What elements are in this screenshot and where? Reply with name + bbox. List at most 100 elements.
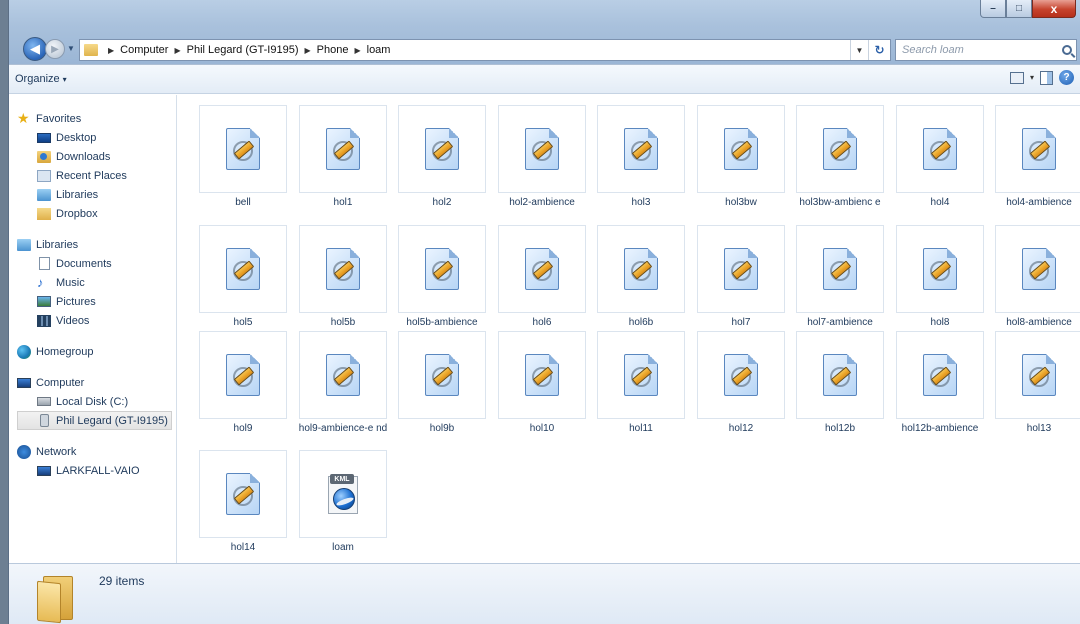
- file-item[interactable]: hol5b: [299, 225, 387, 330]
- file-item[interactable]: hol10: [498, 331, 586, 436]
- refresh-button[interactable]: ↻: [868, 40, 890, 60]
- star-icon: ★: [17, 109, 30, 126]
- forward-button[interactable]: ▶: [45, 39, 65, 59]
- recent-pages-dropdown[interactable]: ▼: [67, 44, 75, 53]
- file-item[interactable]: bell: [199, 105, 287, 210]
- item-count: 29 items: [99, 574, 145, 588]
- breadcrumb-separator[interactable]: ▶: [174, 46, 180, 55]
- minimize-button[interactable]: –: [980, 0, 1006, 18]
- sidebar-item-homegroup[interactable]: Homegroup: [9, 342, 176, 361]
- sidebar-item-network[interactable]: Network: [9, 442, 176, 461]
- file-thumbnail: [299, 331, 387, 419]
- dropbox-icon: [37, 207, 51, 220]
- file-item[interactable]: hol8: [896, 225, 984, 330]
- favorites-group: ★ Favorites Desktop Downloads Recent Pla…: [9, 109, 176, 223]
- file-item[interactable]: hol9b: [398, 331, 486, 436]
- file-item[interactable]: hol12b: [796, 331, 884, 436]
- back-button[interactable]: ◀: [23, 37, 47, 61]
- file-item[interactable]: hol8-ambience: [995, 225, 1080, 330]
- preview-pane-icon[interactable]: [1040, 70, 1053, 85]
- sidebar-item-phone[interactable]: Phil Legard (GT-I9195): [17, 411, 172, 430]
- audio-file-icon: [823, 128, 857, 170]
- file-item[interactable]: hol5b-ambience: [398, 225, 486, 330]
- file-item[interactable]: hol13: [995, 331, 1080, 436]
- breadcrumb-item[interactable]: loam: [367, 44, 391, 56]
- help-icon[interactable]: ?: [1059, 70, 1074, 85]
- audio-file-icon: [923, 128, 957, 170]
- file-item[interactable]: hol9-ambience-e nd: [299, 331, 387, 436]
- sidebar-item-pictures[interactable]: Pictures: [9, 292, 176, 311]
- sidebar-item-desktop[interactable]: Desktop: [9, 128, 176, 147]
- file-item[interactable]: hol3bw: [697, 105, 785, 210]
- address-bar[interactable]: ▶ Computer ▶ Phil Legard (GT-I9195) ▶ Phone ▶ l…: [79, 39, 891, 61]
- organize-button[interactable]: Organize ▾: [15, 73, 67, 85]
- sidebar-item-label: Desktop: [56, 131, 97, 144]
- file-item[interactable]: hol2: [398, 105, 486, 210]
- file-item[interactable]: hol6b: [597, 225, 685, 330]
- sidebar-item-computer[interactable]: Computer: [9, 373, 176, 392]
- documents-icon: [39, 257, 50, 270]
- file-thumbnail: KML: [299, 450, 387, 538]
- breadcrumb-separator[interactable]: ▶: [305, 46, 311, 55]
- kml-badge: KML: [330, 474, 354, 484]
- breadcrumb-item[interactable]: Phone: [317, 44, 349, 56]
- sidebar-item-libraries[interactable]: Libraries: [9, 235, 176, 254]
- recent-places-icon: [37, 169, 51, 182]
- close-button[interactable]: x: [1032, 0, 1076, 18]
- file-name: hol9: [233, 423, 253, 434]
- file-item[interactable]: hol3bw-ambienc e: [796, 105, 884, 210]
- sidebar-item-videos[interactable]: Videos: [9, 311, 176, 330]
- address-history-dropdown[interactable]: ▼: [850, 40, 868, 60]
- sidebar-item-local-disk[interactable]: Local Disk (C:): [9, 392, 176, 411]
- search-input[interactable]: Search loam: [895, 39, 1077, 61]
- file-item[interactable]: hol7: [697, 225, 785, 330]
- file-name: hol8-ambience: [1006, 317, 1072, 328]
- sidebar-item-favorites[interactable]: ★ Favorites: [9, 109, 176, 128]
- file-name: hol1: [333, 197, 353, 208]
- search-icon[interactable]: [1062, 45, 1072, 55]
- breadcrumb: ▶ Computer ▶ Phil Legard (GT-I9195) ▶ Phone ▶ l…: [102, 44, 390, 56]
- sidebar-item-dropbox[interactable]: Dropbox: [9, 204, 176, 223]
- file-item[interactable]: hol12: [697, 331, 785, 436]
- view-options-dropdown[interactable]: ▾: [1030, 73, 1034, 82]
- file-item[interactable]: hol9: [199, 331, 287, 436]
- sidebar-item-documents[interactable]: Documents: [9, 254, 176, 273]
- videos-icon: [37, 314, 51, 327]
- breadcrumb-separator[interactable]: ▶: [354, 46, 360, 55]
- sidebar-item-larkfall-vaio[interactable]: LARKFALL-VAIO: [9, 461, 176, 480]
- file-thumbnail: [299, 105, 387, 193]
- sidebar-item-recent-places[interactable]: Recent Places: [9, 166, 176, 185]
- maximize-button[interactable]: □: [1006, 0, 1032, 18]
- sidebar-item-libraries-fav[interactable]: Libraries: [9, 185, 176, 204]
- file-thumbnail: [398, 105, 486, 193]
- sidebar-item-music[interactable]: ♪ Music: [9, 273, 176, 292]
- file-item[interactable]: hol4: [896, 105, 984, 210]
- breadcrumb-item[interactable]: Phil Legard (GT-I9195): [187, 44, 299, 56]
- file-thumbnail: [597, 105, 685, 193]
- audio-file-icon: [724, 248, 758, 290]
- file-item[interactable]: hol1: [299, 105, 387, 210]
- file-thumbnail: [199, 331, 287, 419]
- audio-file-icon: [923, 248, 957, 290]
- file-item[interactable]: hol12b-ambience: [896, 331, 984, 436]
- file-item[interactable]: hol11: [597, 331, 685, 436]
- audio-file-icon: [525, 248, 559, 290]
- sidebar-item-label: Documents: [56, 257, 112, 270]
- breadcrumb-separator[interactable]: ▶: [108, 46, 114, 55]
- file-name: loam: [332, 542, 354, 553]
- file-item[interactable]: hol7-ambience: [796, 225, 884, 330]
- file-item[interactable]: hol14: [199, 450, 287, 555]
- file-item[interactable]: hol6: [498, 225, 586, 330]
- file-item[interactable]: KML loam: [299, 450, 387, 555]
- file-item[interactable]: hol3: [597, 105, 685, 210]
- breadcrumb-item[interactable]: Computer: [120, 44, 168, 56]
- file-name: hol13: [1026, 423, 1052, 434]
- file-item[interactable]: hol2-ambience: [498, 105, 586, 210]
- file-thumbnail: [796, 105, 884, 193]
- change-view-icon[interactable]: [1009, 71, 1024, 84]
- file-item[interactable]: hol5: [199, 225, 287, 330]
- file-item[interactable]: hol4-ambience: [995, 105, 1080, 210]
- sidebar-item-downloads[interactable]: Downloads: [9, 147, 176, 166]
- file-thumbnail: [697, 105, 785, 193]
- file-name: hol5b: [330, 317, 356, 328]
